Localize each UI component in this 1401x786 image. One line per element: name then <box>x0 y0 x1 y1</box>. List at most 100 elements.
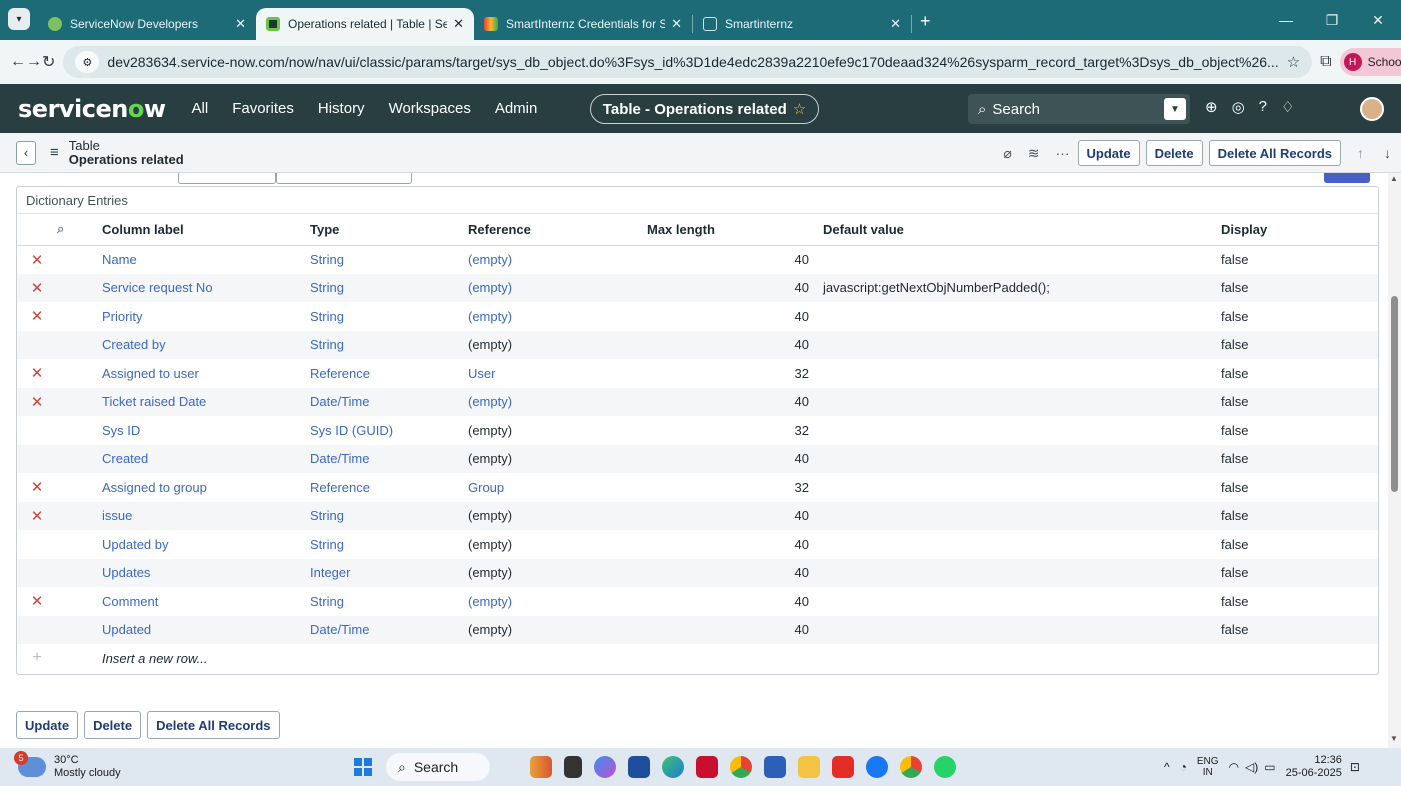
address-bar[interactable]: ⚙ dev283634.service-now.com/now/nav/ui/c… <box>63 46 1313 78</box>
column-search-icon[interactable]: ⌕ <box>57 214 102 246</box>
delete-row-icon[interactable]: ✕ <box>17 245 57 274</box>
next-record-icon[interactable]: ↓ <box>1384 145 1391 161</box>
user-avatar[interactable] <box>1360 97 1384 121</box>
chrome-profile-app-icon[interactable] <box>900 756 922 778</box>
reference-value[interactable]: Group <box>468 480 504 495</box>
site-info-icon[interactable]: ⚙ <box>75 51 100 73</box>
column-label-link[interactable]: Service request No <box>102 280 213 295</box>
type-link[interactable]: Date/Time <box>310 622 369 637</box>
reference-value[interactable]: (empty) <box>468 309 512 324</box>
type-link[interactable]: String <box>310 594 344 609</box>
reference-value[interactable]: (empty) <box>468 252 512 267</box>
table-row[interactable]: ✕ issue String (empty) 40 false <box>17 501 1378 530</box>
minimize-icon[interactable]: — <box>1263 12 1309 28</box>
column-label-link[interactable]: Created <box>102 451 148 466</box>
form-menu-icon[interactable]: ≡ <box>50 144 59 161</box>
input-language[interactable]: ENG IN <box>1197 756 1219 778</box>
mcafee-app-icon[interactable] <box>696 756 718 778</box>
table-row[interactable]: Created by String (empty) 40 false <box>17 330 1378 359</box>
clock[interactable]: 12:36 25-06-2025 <box>1286 754 1342 780</box>
browser-tab[interactable]: SmartInternz Credentials for Sh ✕ <box>474 8 692 40</box>
back-arrow-icon[interactable]: ← <box>10 53 26 71</box>
insert-row-text[interactable]: Insert a new row... <box>102 644 595 672</box>
notifications-icon[interactable]: ⊡ <box>1350 760 1360 774</box>
paperclip-icon[interactable]: ⌀ <box>1003 145 1011 162</box>
insert-row[interactable]: + Insert a new row... <box>17 644 1378 672</box>
network-status-icon[interactable]: ◔ <box>1180 760 1187 774</box>
column-label-link[interactable]: Priority <box>102 309 142 324</box>
delete-row-icon[interactable]: ✕ <box>17 473 57 502</box>
context-pill[interactable]: Table - Operations related ☆ <box>590 94 819 124</box>
type-link[interactable]: Integer <box>310 565 350 580</box>
forward-arrow-icon[interactable]: → <box>26 53 42 71</box>
servicenow-logo[interactable]: servicenow <box>18 95 166 123</box>
table-row[interactable]: ✕ Comment String (empty) 40 false <box>17 587 1378 616</box>
column-label-link[interactable]: Updated <box>102 622 151 637</box>
scrollbar-thumb[interactable] <box>1391 296 1398 492</box>
table-row[interactable]: ✕ Ticket raised Date Date/Time (empty) 40 fal… <box>17 387 1378 416</box>
update-button[interactable]: Update <box>1077 140 1140 166</box>
form-back-button[interactable]: ‹ <box>16 140 36 165</box>
table-row[interactable]: ✕ Priority String (empty) 40 false <box>17 302 1378 331</box>
file-explorer-icon[interactable] <box>798 756 820 778</box>
type-link[interactable]: String <box>310 252 344 267</box>
task-view-icon[interactable] <box>564 756 582 778</box>
browser-tab[interactable]: Smartinternz ✕ <box>693 8 911 40</box>
battery-icon[interactable]: ▭ <box>1264 760 1275 774</box>
nav-all[interactable]: All <box>192 100 209 117</box>
tab-close-icon[interactable]: ✕ <box>453 16 464 32</box>
type-link[interactable]: String <box>310 280 344 295</box>
column-label-link[interactable]: Updated by <box>102 537 169 552</box>
word-app-icon[interactable] <box>764 756 786 778</box>
wifi-icon[interactable]: ◠ <box>1229 760 1239 774</box>
reference-value[interactable]: (empty) <box>468 394 512 409</box>
delete-all-records-button-bottom[interactable]: Delete All Records <box>147 711 280 739</box>
volume-icon[interactable]: ◁) <box>1245 760 1258 774</box>
chrome-app-icon[interactable] <box>730 756 752 778</box>
delete-row-icon[interactable]: ✕ <box>17 501 57 530</box>
tab-close-icon[interactable]: ✕ <box>671 16 682 32</box>
favorite-star-icon[interactable]: ☆ <box>793 100 806 118</box>
search-scope-dropdown-icon[interactable]: ▼ <box>1164 98 1186 120</box>
nav-favorites[interactable]: Favorites <box>232 100 294 117</box>
settings-sliders-icon[interactable]: ≋ <box>1028 145 1040 162</box>
add-row-icon[interactable]: + <box>17 644 57 672</box>
table-row[interactable]: Sys ID Sys ID (GUID) (empty) 32 false <box>17 416 1378 445</box>
chat-icon[interactable]: ◎ <box>1232 98 1245 116</box>
store-app-icon[interactable] <box>628 756 650 778</box>
reference-value[interactable]: (empty) <box>468 594 512 609</box>
scroll-down-icon[interactable]: ▼ <box>1390 734 1398 743</box>
delete-row-icon[interactable]: ✕ <box>17 302 57 331</box>
scroll-up-icon[interactable]: ▲ <box>1390 174 1398 183</box>
global-search[interactable]: ⌕ Search ▼ <box>968 94 1190 124</box>
profile-chip[interactable]: H School <box>1339 48 1401 76</box>
weather-widget[interactable]: 5 30°C Mostly cloudy <box>14 751 218 780</box>
delete-all-records-button[interactable]: Delete All Records <box>1208 140 1341 166</box>
column-header-max-length[interactable]: Max length <box>595 214 815 246</box>
tray-overflow-icon[interactable]: ^ <box>1164 760 1170 774</box>
column-header-type[interactable]: Type <box>310 214 468 246</box>
extensions-icon[interactable]: ⧉ <box>1320 53 1331 71</box>
column-label-link[interactable]: Comment <box>102 594 158 609</box>
windows-start-icon[interactable] <box>354 758 372 776</box>
column-header-label[interactable]: Column label <box>102 214 310 246</box>
help-icon[interactable]: ? <box>1259 98 1267 116</box>
globe-icon[interactable]: ⊕ <box>1205 98 1218 116</box>
form-button-stub[interactable] <box>1324 173 1370 183</box>
table-row[interactable]: Updated by String (empty) 40 false <box>17 530 1378 559</box>
column-label-link[interactable]: Updates <box>102 565 150 580</box>
table-row[interactable]: Updated Date/Time (empty) 40 false <box>17 615 1378 644</box>
whatsapp-app-icon[interactable] <box>934 756 956 778</box>
type-link[interactable]: Reference <box>310 366 370 381</box>
facebook-app-icon[interactable] <box>866 756 888 778</box>
tab-close-icon[interactable]: ✕ <box>890 16 901 32</box>
browser-tab[interactable]: ServiceNow Developers ✕ <box>38 8 256 40</box>
update-button-bottom[interactable]: Update <box>16 711 79 739</box>
reload-icon[interactable]: ↻ <box>42 52 55 72</box>
type-link[interactable]: String <box>310 508 344 523</box>
type-link[interactable]: Sys ID (GUID) <box>310 423 393 438</box>
type-link[interactable]: Reference <box>310 480 370 495</box>
type-link[interactable]: String <box>310 537 344 552</box>
previous-record-icon[interactable]: ↑ <box>1357 145 1364 161</box>
table-row[interactable]: ✕ Assigned to group Reference Group 32 false <box>17 473 1378 502</box>
